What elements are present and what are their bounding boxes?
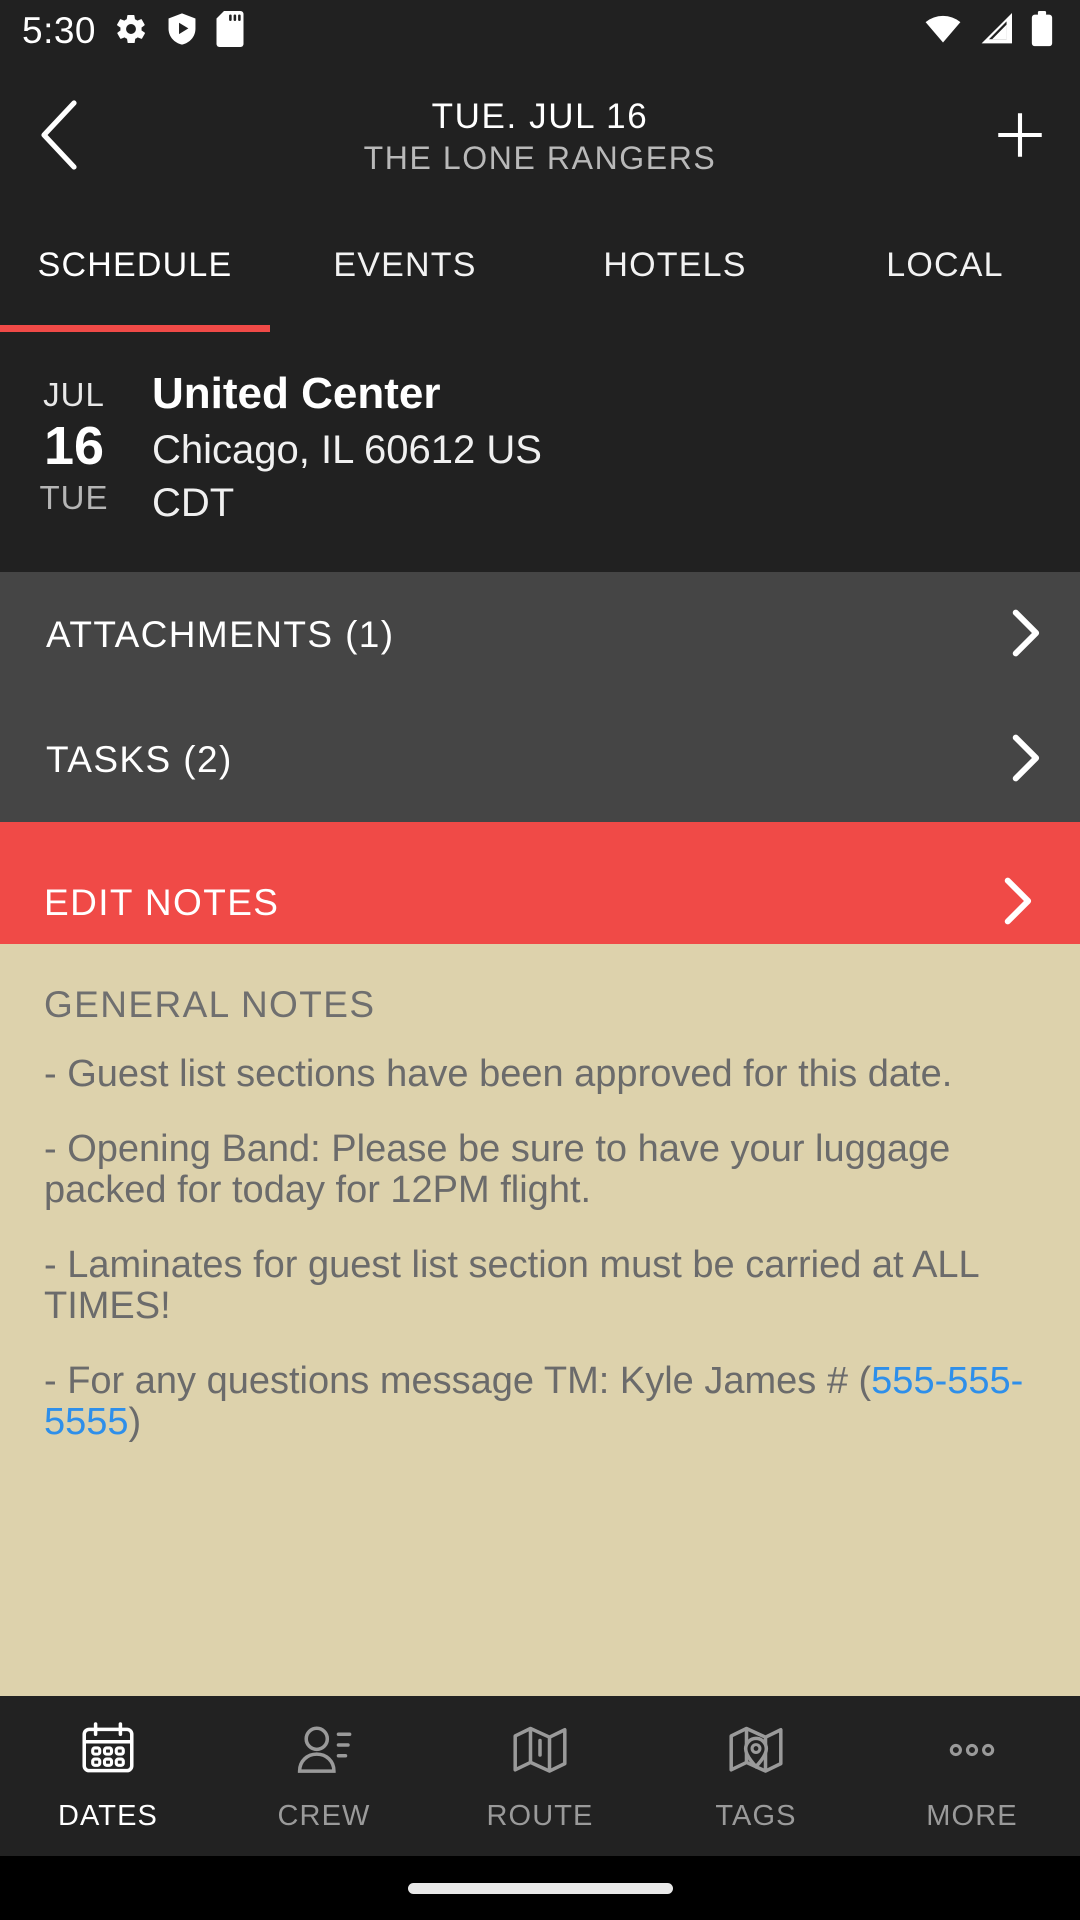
attachments-row[interactable]: ATTACHMENTS (1) <box>0 572 1080 698</box>
tab-local[interactable]: LOCAL <box>810 212 1080 332</box>
shield-play-icon <box>166 12 198 51</box>
venue-weekday: TUE <box>39 479 109 517</box>
venue-month: JUL <box>43 376 105 413</box>
nav-item-crew-label: CREW <box>277 1800 371 1832</box>
general-notes-heading: GENERAL NOTES <box>44 984 376 1025</box>
tab-schedule[interactable]: SCHEDULE <box>0 212 270 332</box>
note-paragraph: - Opening Band: Please be sure to have y… <box>44 1128 951 1212</box>
person-list-icon <box>293 1719 355 1786</box>
nav-item-route-label: ROUTE <box>486 1800 594 1832</box>
home-indicator[interactable] <box>407 1882 673 1894</box>
nav-item-dates-label: DATES <box>57 1800 159 1832</box>
system-gesture-bar <box>0 1856 1080 1920</box>
app-header: TUE. JUL 16 THE LONE RANGERS <box>0 62 1080 212</box>
edit-notes-row-label: EDIT NOTES <box>44 882 280 923</box>
page-title: TUE. JUL 16 <box>431 97 649 136</box>
chevron-right-icon <box>998 875 1036 932</box>
note-paragraph: - Laminates for guest list section must … <box>44 1244 979 1328</box>
status-bar-clock: 5:30 <box>22 10 97 51</box>
tasks-row-label: TASKS (2) <box>46 739 233 780</box>
general-notes-panel[interactable]: GENERAL NOTES - Guest list sections have… <box>0 944 1080 1696</box>
header-title-group: TUE. JUL 16 THE LONE RANGERS <box>0 62 1080 212</box>
note-paragraph: - Guest list sections have been approved… <box>44 1053 953 1095</box>
attachments-row-label: ATTACHMENTS (1) <box>46 614 395 655</box>
map-pin-icon <box>725 1719 787 1786</box>
tab-events[interactable]: EVENTS <box>270 212 540 332</box>
status-bar-left: 5:30 <box>22 10 244 52</box>
calendar-icon <box>77 1719 139 1786</box>
ellipsis-icon <box>941 1719 1003 1786</box>
page-subtitle: THE LONE RANGERS <box>363 140 717 176</box>
chevron-right-icon <box>1006 607 1044 664</box>
tab-hotels[interactable]: HOTELS <box>540 212 810 332</box>
venue-day: 16 <box>43 416 105 477</box>
battery-icon <box>1030 10 1054 52</box>
tab-active-indicator <box>0 325 270 332</box>
map-icon <box>509 1719 571 1786</box>
nav-item-dates[interactable]: DATES <box>0 1696 216 1856</box>
plus-icon <box>991 106 1049 169</box>
nav-item-route[interactable]: ROUTE <box>432 1696 648 1856</box>
venue-date-block: JUL 16 TUE <box>0 368 148 572</box>
nav-item-crew[interactable]: CREW <box>216 1696 432 1856</box>
gear-icon <box>114 12 148 51</box>
venue-timezone: CDT <box>152 480 235 525</box>
cellular-signal-icon <box>978 12 1014 50</box>
bottom-navigation-bar: DATES CREW ROUTE TAGS MORE <box>0 1696 1080 1856</box>
wifi-icon <box>924 14 962 49</box>
note-paragraph-contact: - For any questions message TM: Kyle Jam… <box>44 1361 1036 1443</box>
status-bar: 5:30 <box>0 0 1080 62</box>
chevron-right-icon <box>1006 732 1044 789</box>
tasks-row[interactable]: TASKS (2) <box>0 698 1080 822</box>
back-button[interactable] <box>0 62 120 212</box>
nav-item-more[interactable]: MORE <box>864 1696 1080 1856</box>
add-button[interactable] <box>960 62 1080 212</box>
chevron-left-icon <box>36 99 84 176</box>
app-screen: 5:30 TUE. JUL 16 THE LONE RANGERS SCHEDU… <box>0 0 1080 1920</box>
action-row-list: ATTACHMENTS (1) TASKS (2) EDIT NOTES <box>0 572 1080 944</box>
nav-item-more-label: MORE <box>926 1800 1018 1832</box>
venue-info-block: United Center Chicago, IL 60612 US CDT <box>148 368 1080 572</box>
sd-card-icon <box>216 10 244 52</box>
nav-item-tags[interactable]: TAGS <box>648 1696 864 1856</box>
contact-text-prefix: - For any questions message TM: Kyle Jam… <box>44 1360 872 1403</box>
edit-notes-row[interactable]: EDIT NOTES <box>0 822 1080 944</box>
status-bar-right <box>924 10 1054 52</box>
contact-text-suffix: ) <box>128 1401 142 1444</box>
tab-bar: SCHEDULE EVENTS HOTELS LOCAL <box>0 212 1080 332</box>
nav-item-tags-label: TAGS <box>715 1800 797 1832</box>
venue-address: Chicago, IL 60612 US <box>152 427 542 472</box>
venue-name: United Center <box>152 369 441 418</box>
venue-summary[interactable]: JUL 16 TUE United Center Chicago, IL 606… <box>0 332 1080 572</box>
